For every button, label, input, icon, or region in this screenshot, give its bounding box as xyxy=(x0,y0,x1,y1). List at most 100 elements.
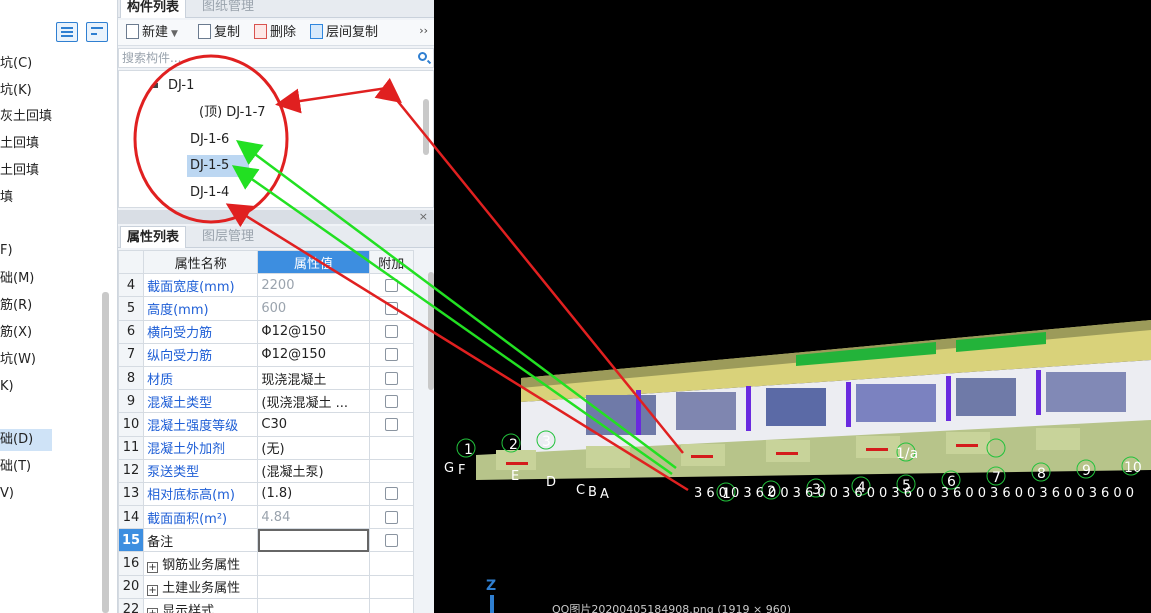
property-row[interactable]: 16 + 钢筋业务属性 xyxy=(117,551,415,576)
nav-item[interactable]: F) xyxy=(0,240,52,262)
property-value[interactable]: Φ12@150 xyxy=(257,342,370,367)
rebar-mark xyxy=(691,455,713,458)
expand-icon[interactable]: + xyxy=(147,562,159,574)
property-row[interactable]: 10 混凝土强度等级 C30 xyxy=(117,412,415,437)
tab-layer-management[interactable]: 图层管理 xyxy=(196,226,260,248)
panel-splitter[interactable]: × xyxy=(118,210,434,224)
list-view-button[interactable] xyxy=(56,22,78,42)
window xyxy=(586,395,656,435)
toolbar-more-icon[interactable]: ›› xyxy=(419,24,428,37)
property-row[interactable]: 5 高度(mm) 600 xyxy=(117,296,415,321)
nav-item[interactable]: 础(M) xyxy=(0,268,52,290)
property-value[interactable]: 4.84 xyxy=(257,505,370,530)
property-value[interactable]: (混凝土泵) xyxy=(257,458,370,483)
tab-drawing-management[interactable]: 图纸管理 xyxy=(196,0,260,18)
property-value[interactable] xyxy=(257,597,370,613)
tree-scrollbar[interactable] xyxy=(423,99,429,155)
property-value[interactable] xyxy=(257,574,370,599)
nav-item[interactable]: 灰土回填 xyxy=(0,106,52,128)
property-row[interactable]: 4 截面宽度(mm) 2200 xyxy=(117,273,415,298)
new-button[interactable]: 新建 ▼ xyxy=(126,24,178,42)
property-extra xyxy=(368,342,415,367)
row-number: 14 xyxy=(117,505,145,530)
attach-checkbox[interactable] xyxy=(384,325,398,339)
tree-node[interactable]: DJ-1-6 xyxy=(187,129,232,151)
property-value[interactable]: 现浇混凝土 xyxy=(257,365,370,391)
property-row[interactable]: 13 相对底标高(m) (1.8) xyxy=(117,481,415,507)
attach-checkbox[interactable] xyxy=(384,278,398,292)
tab-property-list[interactable]: 属性列表 xyxy=(120,226,187,248)
property-name: 混凝土类型 xyxy=(143,389,259,414)
property-value[interactable] xyxy=(257,551,370,576)
search-icon[interactable] xyxy=(418,52,427,61)
grid-view-button[interactable] xyxy=(86,22,108,42)
nav-item[interactable]: 础(T) xyxy=(0,456,52,478)
property-name: + 土建业务属性 xyxy=(143,574,259,599)
attach-checkbox[interactable] xyxy=(384,533,398,547)
nav-item[interactable]: 填 xyxy=(0,187,52,209)
property-value[interactable]: (1.8) xyxy=(257,481,370,507)
property-value[interactable]: 600 xyxy=(257,296,370,321)
axis-label-letter: E xyxy=(511,469,519,484)
property-row[interactable]: 7 纵向受力筋 Φ12@150 xyxy=(117,342,415,367)
nav-item[interactable]: 土回填 xyxy=(0,133,52,155)
tree-node[interactable]: (顶) DJ-1-7 xyxy=(196,102,269,124)
row-number: 22 xyxy=(117,597,145,613)
nav-item[interactable]: 坑(C) xyxy=(0,53,52,75)
floor-copy-button[interactable]: 层间复制 xyxy=(310,24,378,42)
property-row[interactable]: 9 混凝土类型 (现浇混凝土 ... xyxy=(117,389,415,414)
property-name: +显示样式 xyxy=(143,597,259,613)
attach-checkbox[interactable] xyxy=(384,487,398,501)
nav-item[interactable]: V) xyxy=(0,483,52,505)
nav-item[interactable]: 坑(K) xyxy=(0,80,52,102)
property-row[interactable]: 11 混凝土外加剂 (无) xyxy=(117,435,415,460)
window xyxy=(1046,372,1126,412)
property-row[interactable]: 12 泵送类型 (混凝土泵) xyxy=(117,458,415,483)
nav-item[interactable]: 筋(R) xyxy=(0,295,52,317)
left-nav-pane: 坑(C) 坑(K) 灰土回填 土回填 土回填 填 F) 础(M) 筋(R) 筋(… xyxy=(0,0,118,613)
search-input[interactable] xyxy=(119,49,409,67)
attach-checkbox[interactable] xyxy=(384,371,398,385)
property-extra xyxy=(368,389,415,414)
attach-checkbox[interactable] xyxy=(384,510,398,524)
property-value[interactable]: (现浇混凝土 ... xyxy=(257,389,370,414)
column xyxy=(636,390,641,435)
property-value[interactable] xyxy=(257,528,370,553)
nav-item[interactable]: 土回填 xyxy=(0,160,52,182)
component-search xyxy=(118,48,434,68)
property-row[interactable]: 20 + 土建业务属性 xyxy=(117,574,415,599)
nav-item[interactable]: 坑(W) xyxy=(0,349,52,371)
copy-button[interactable]: 复制 xyxy=(198,24,240,42)
attach-checkbox[interactable] xyxy=(384,301,398,315)
nav-scrollbar[interactable] xyxy=(102,292,109,613)
nav-item-selected[interactable]: 础(D) xyxy=(0,429,52,451)
close-icon[interactable]: × xyxy=(419,210,428,223)
expand-icon[interactable]: + xyxy=(147,585,159,597)
tree-node-selected[interactable]: DJ-1-5 xyxy=(187,155,249,177)
property-row[interactable]: 22+显示样式 xyxy=(117,597,415,613)
attach-checkbox[interactable] xyxy=(384,394,398,408)
tree-node[interactable]: DJ-1-4 xyxy=(187,182,232,204)
property-extra xyxy=(368,273,415,298)
property-scrollbar[interactable] xyxy=(428,272,434,390)
property-value[interactable]: C30 xyxy=(257,412,370,437)
expand-icon[interactable]: + xyxy=(147,608,159,613)
attach-checkbox[interactable] xyxy=(384,417,398,431)
attach-checkbox[interactable] xyxy=(384,348,398,362)
3d-viewport[interactable]: 1 2 3 1/a 1 2 3 4 5 6 7 8 9 10 G F E D C… xyxy=(436,0,1151,613)
property-value[interactable]: (无) xyxy=(257,435,370,460)
axis-label: 3 xyxy=(542,434,551,450)
property-value[interactable]: Φ12@150 xyxy=(257,319,370,344)
property-row[interactable]: 6 横向受力筋 Φ12@150 xyxy=(117,319,415,344)
property-value[interactable]: 2200 xyxy=(257,273,370,298)
property-row[interactable]: 14 截面面积(m²) 4.84 xyxy=(117,505,415,530)
row-number: 7 xyxy=(117,342,145,367)
tab-component-list[interactable]: 构件列表 xyxy=(120,0,187,18)
tree-node-root[interactable]: DJ-1 xyxy=(165,75,197,97)
nav-item[interactable]: 筋(X) xyxy=(0,322,52,344)
tree-node-bullet-icon xyxy=(153,83,158,88)
property-row[interactable]: 15 备注 xyxy=(117,528,415,553)
delete-button[interactable]: 删除 xyxy=(254,24,296,42)
property-row[interactable]: 8 材质 现浇混凝土 xyxy=(117,365,415,391)
nav-item[interactable]: K) xyxy=(0,376,52,398)
